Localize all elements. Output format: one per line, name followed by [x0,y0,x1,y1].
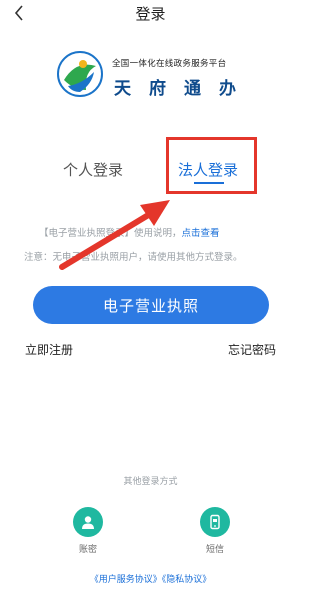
user-icon [82,516,94,529]
logo-name: 天府通办 [114,79,254,99]
notice-text: 注意：无电子营业执照用户，请使用其他方式登录。 [24,252,243,263]
usage-info: 【电子营业执照登录】使用说明，点击查看 [39,225,220,239]
other-login-title: 其他登录方式 [123,477,178,487]
user-service-agreement-link[interactable]: 《用户服务协议》 [90,575,162,585]
logo-subtitle: 全国一体化在线政务服务平台 [112,59,227,69]
business-license-login-button[interactable]: 电子营业执照 [33,286,269,324]
tab-personal-login[interactable]: 个人登录 [63,159,123,180]
agreements-row: 《用户服务协议》《隐私协议》 [0,572,301,585]
account-login-label: 账密 [78,545,97,555]
account-password-login[interactable]: 账密 [68,507,108,555]
page-title: 登录 [135,5,166,23]
annotation-highlight-box [166,137,257,194]
view-instructions-link[interactable]: 点击查看 [182,228,220,239]
sms-login-button[interactable] [200,507,230,537]
usage-info-text: 【电子营业执照登录】使用说明， [39,228,182,239]
account-login-button[interactable] [73,507,103,537]
sms-login[interactable]: 短信 [195,507,235,555]
register-link[interactable]: 立即注册 [25,341,73,358]
top-nav-bar: 登录 [0,0,301,30]
forgot-password-link[interactable]: 忘记密码 [228,341,276,358]
sms-login-label: 短信 [205,545,224,555]
privacy-agreement-link[interactable]: 《隐私协议》 [162,575,212,585]
tianfu-logo-icon [57,51,103,97]
phone-sms-icon [210,514,220,530]
